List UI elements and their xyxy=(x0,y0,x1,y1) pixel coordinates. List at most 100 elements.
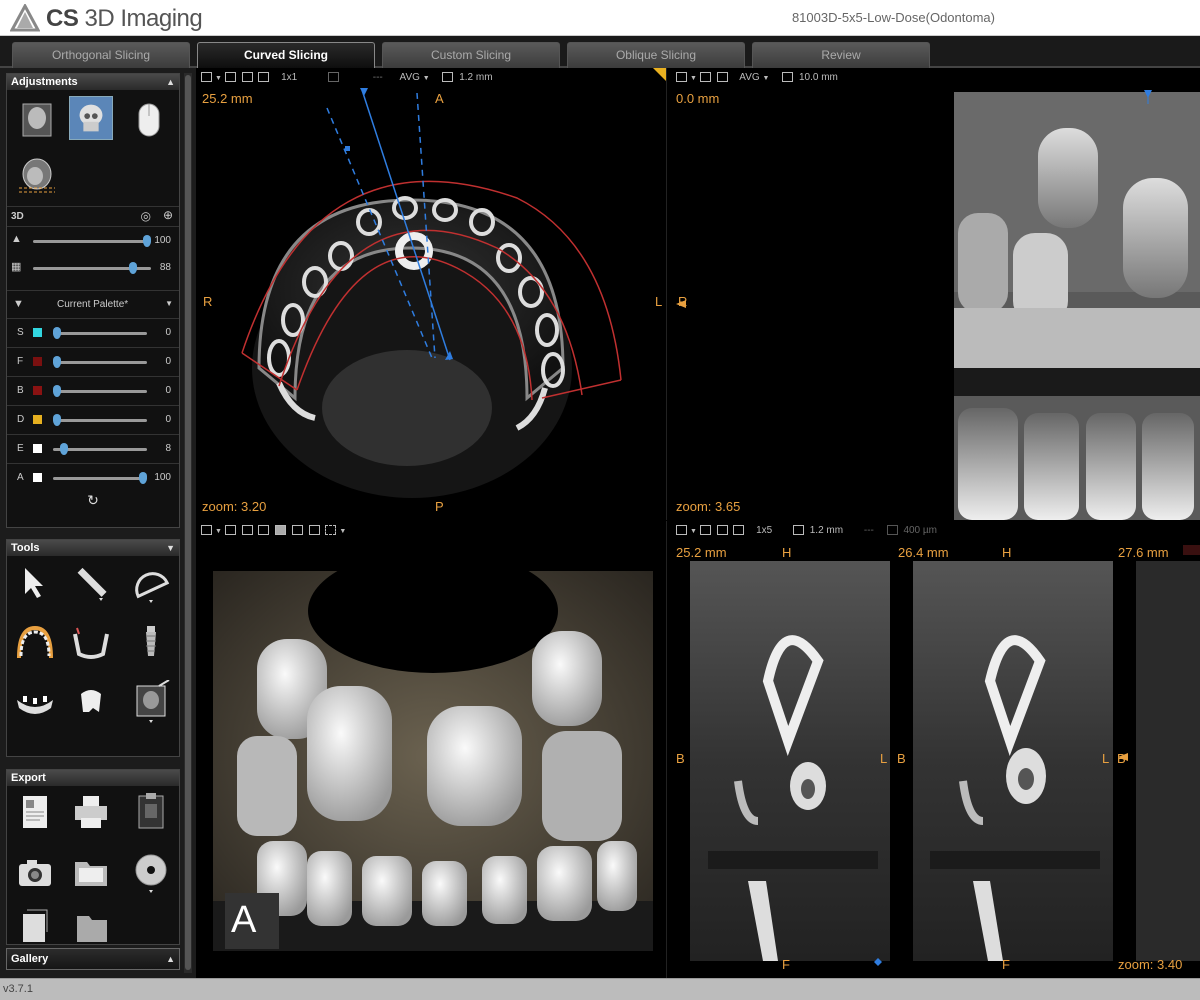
channel-color-swatch[interactable] xyxy=(33,415,42,424)
slice2-orient-right: L xyxy=(1102,751,1110,766)
palette-row[interactable]: ▼ Current Palette* ▼ xyxy=(7,290,179,318)
head-slice-view-icon[interactable] xyxy=(15,154,59,198)
tooth-crown-icon[interactable] xyxy=(69,680,113,724)
skull-3d-view-icon[interactable] xyxy=(69,96,113,140)
panoramic-viewport[interactable]: ▼ AVG ▼ 10.0 mm 0.0 mm R zoom: 3.65 xyxy=(668,68,1200,520)
camera-icon[interactable] xyxy=(13,850,57,894)
export-file-icon[interactable] xyxy=(13,906,57,942)
channel-value: 0 xyxy=(165,327,171,338)
slider-knob[interactable] xyxy=(143,235,151,247)
channel-color-swatch[interactable] xyxy=(33,473,42,482)
bone-slider[interactable] xyxy=(33,235,151,247)
pointer-arrow-icon[interactable] xyxy=(13,560,57,604)
folder-icon[interactable] xyxy=(69,850,113,894)
export-header[interactable]: Export xyxy=(7,770,179,786)
volume-viewport[interactable]: ▼ ▼ A xyxy=(197,521,667,978)
adjustments-header[interactable]: Adjustments ▲ xyxy=(7,74,179,90)
channel-slider[interactable] xyxy=(53,472,147,484)
clipboard-icon[interactable] xyxy=(129,790,173,834)
tab-orthogonal-slicing[interactable]: Orthogonal Slicing xyxy=(12,42,190,68)
axial-viewport[interactable]: ▼ 1x1 --- AVG ▼ 1.2 mm 25.2 mm A R L P z… xyxy=(197,68,667,520)
lower-jaw-icon[interactable] xyxy=(13,680,57,724)
collapse-down-icon[interactable]: ▼ xyxy=(166,540,175,556)
chevron-down-icon[interactable]: ▼ xyxy=(165,299,173,308)
slice2-orient-left: B xyxy=(897,751,906,766)
channel-slider[interactable] xyxy=(53,414,147,426)
document-title: 81003D-5x5-Low-Dose(Odontoma) xyxy=(791,10,995,25)
dental-arch-icon[interactable] xyxy=(13,620,57,664)
cross-section-viewport[interactable]: ▼ 1x5 1.2 mm --- 400 µm 25.2 mm H B L F … xyxy=(668,521,1200,978)
slider-knob[interactable] xyxy=(53,385,61,397)
channel-row-e: E8 xyxy=(7,434,179,462)
app-name: CS 3D Imaging xyxy=(46,5,203,32)
channel-row-s: S0 xyxy=(7,318,179,346)
left-sidebar: Adjustments ▲ 3D ◎ ⊕ ▲ 100 ▦ 88 ▼ Curren… xyxy=(0,68,196,978)
implant-icon[interactable] xyxy=(129,620,173,664)
channel-slider[interactable] xyxy=(53,356,147,368)
expand-up-icon[interactable]: ▲ xyxy=(166,949,175,969)
cd-disc-icon[interactable] xyxy=(129,850,173,894)
mandible-icon[interactable] xyxy=(69,620,113,664)
tab-review[interactable]: Review xyxy=(752,42,930,68)
orientation-cube-label[interactable]: A xyxy=(231,899,256,942)
tools-panel: Tools ▼ xyxy=(6,539,180,757)
protractor-icon[interactable] xyxy=(129,560,173,604)
scrollbar-thumb[interactable] xyxy=(185,75,191,970)
channel-slider[interactable] xyxy=(53,443,147,455)
channel-value: 0 xyxy=(165,356,171,367)
volume-render-image xyxy=(213,549,653,951)
channel-value: 0 xyxy=(165,385,171,396)
slider-knob[interactable] xyxy=(139,472,147,484)
slice2-orient-bottom: F xyxy=(1002,957,1010,972)
head-2d-view-icon[interactable] xyxy=(15,98,59,142)
gallery-panel[interactable]: Gallery ▲ xyxy=(6,948,180,970)
channel-slider[interactable] xyxy=(53,327,147,339)
eye-icon[interactable]: ◎ xyxy=(141,209,151,223)
tab-bar: Orthogonal Slicing Curved Slicing Custom… xyxy=(0,36,1200,68)
slice1-position: 25.2 mm xyxy=(676,545,727,560)
slice1-orient-left: B xyxy=(676,751,685,766)
tab-curved-slicing[interactable]: Curved Slicing xyxy=(197,42,375,68)
reset-icon[interactable]: ↻ xyxy=(7,492,179,509)
channel-row-a: A 100 xyxy=(7,463,179,491)
palette-select[interactable]: Current Palette* xyxy=(57,299,128,310)
opacity-slider[interactable] xyxy=(33,262,151,274)
channel-color-swatch[interactable] xyxy=(33,444,42,453)
export-folder-icon[interactable] xyxy=(69,906,113,942)
tools-header[interactable]: Tools ▼ xyxy=(7,540,179,556)
mouse-icon[interactable] xyxy=(127,98,171,142)
section-3d: 3D ◎ ⊕ xyxy=(7,206,179,226)
export-panel: Export xyxy=(6,769,180,945)
ruler-icon[interactable] xyxy=(69,560,113,604)
slider-knob[interactable] xyxy=(53,414,61,426)
printer-icon[interactable] xyxy=(69,790,113,834)
tab-custom-slicing[interactable]: Custom Slicing xyxy=(382,42,560,68)
slider-knob[interactable] xyxy=(129,262,137,274)
slider-knob[interactable] xyxy=(53,356,61,368)
channel-color-swatch[interactable] xyxy=(33,357,42,366)
report-document-icon[interactable] xyxy=(13,790,57,834)
title-bar: CS 3D Imaging 81003D-5x5-Low-Dose(Odonto… xyxy=(0,0,1200,36)
slice1-orient-bottom: F xyxy=(782,957,790,972)
gallery-header[interactable]: Gallery ▲ xyxy=(7,949,179,969)
channel-value: 100 xyxy=(154,472,171,483)
channel-value: 8 xyxy=(165,443,171,454)
channel-slider[interactable] xyxy=(53,385,147,397)
slice2-position: 26.4 mm xyxy=(898,545,949,560)
slider-knob[interactable] xyxy=(53,327,61,339)
sidebar-scrollbar[interactable] xyxy=(184,73,192,973)
channel-color-swatch[interactable] xyxy=(33,328,42,337)
bone-value: 100 xyxy=(154,235,171,246)
bone-density-icon: ▲ xyxy=(11,233,22,245)
slider-row-bone: ▲ 100 xyxy=(7,226,179,254)
tab-oblique-slicing[interactable]: Oblique Slicing xyxy=(567,42,745,68)
channel-row-b: B0 xyxy=(7,376,179,404)
channel-key: E xyxy=(17,443,24,454)
panoramic-scan-image xyxy=(676,90,1200,520)
slider-knob[interactable] xyxy=(60,443,68,455)
add-circle-icon[interactable]: ⊕ xyxy=(163,208,173,222)
collapse-up-icon[interactable]: ▲ xyxy=(166,74,175,90)
channel-color-swatch[interactable] xyxy=(33,386,42,395)
annotation-image-icon[interactable] xyxy=(129,680,173,724)
palette-icon: ▼ xyxy=(13,298,24,310)
